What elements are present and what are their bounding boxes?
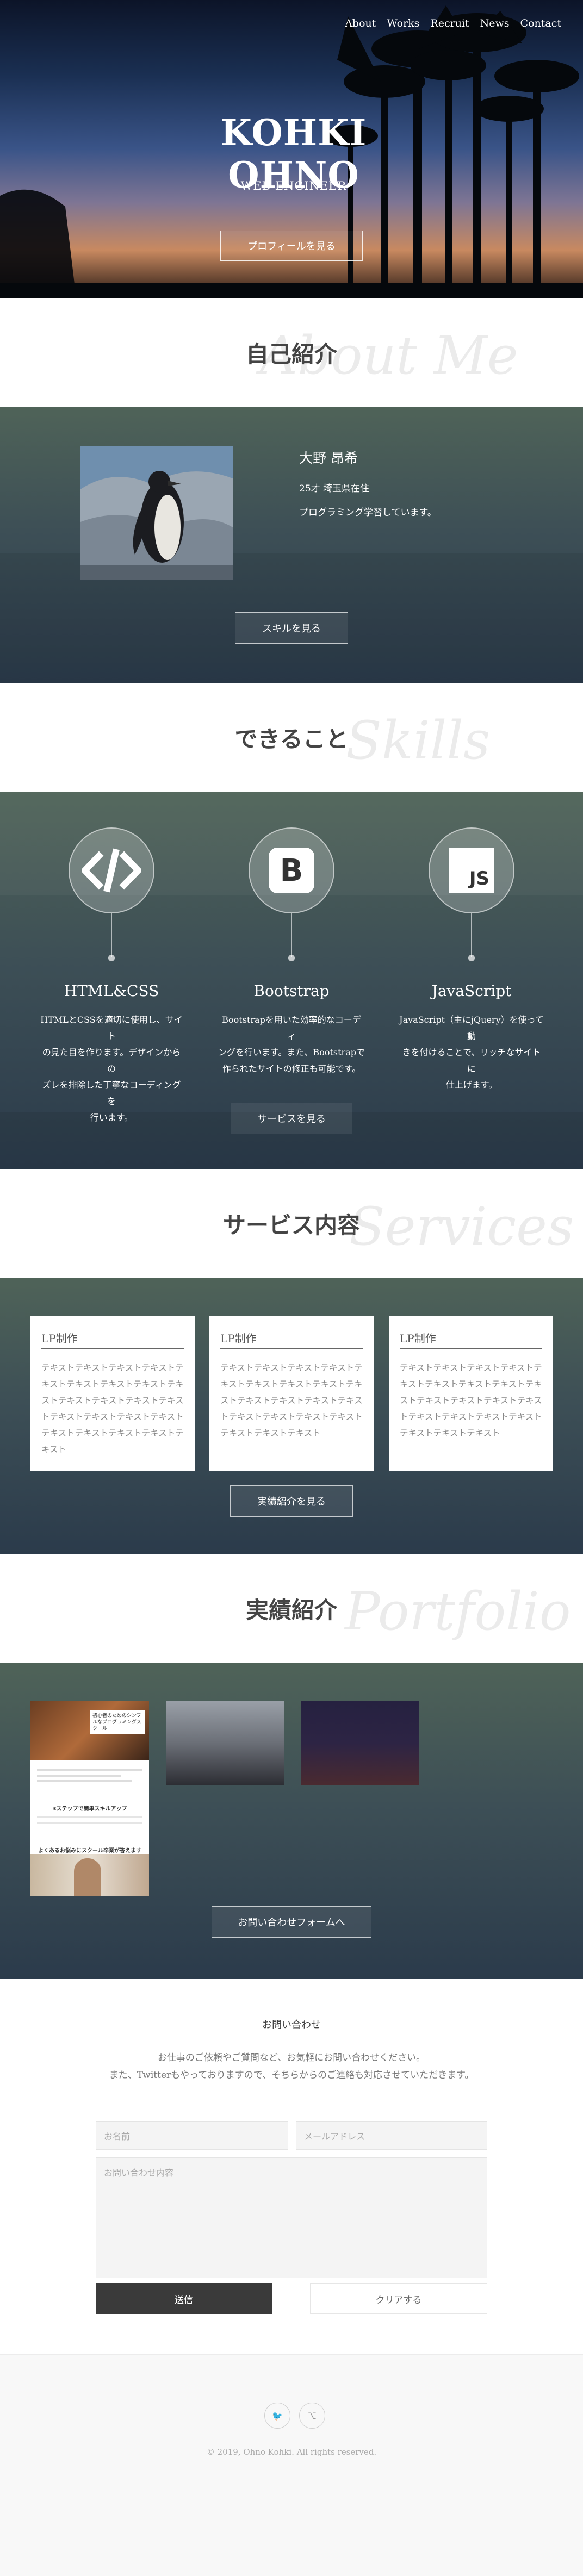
thumbnail-heading: 初心者のためのシンプルなプログラミングスクール (90, 1710, 145, 1734)
skills-section: HTML&CSS HTMLとCSSを適切に使用し、サイト の見た目を作ります。デ… (0, 792, 583, 1169)
contact-title: お問い合わせ (262, 2019, 321, 2031)
portfolio-heading: Portfolio 実績紹介 (0, 1554, 583, 1663)
about-description: プログラミング学習しています。 (299, 507, 437, 518)
nav-item-recruit[interactable]: Recruit (430, 17, 469, 29)
message-textarea[interactable]: お問い合わせ内容 (96, 2157, 487, 2278)
skills-heading: Skills できること (0, 683, 583, 792)
skill-html-css: HTML&CSS HTMLとCSSを適切に使用し、サイト の見た目を作ります。デ… (33, 827, 190, 1126)
thumbnail-section-title: 3ステップで簡単スキルアップ (52, 1806, 127, 1812)
nav-list: About Works Recruit News Contact (345, 17, 561, 29)
service-card-title: LP制作 (41, 1330, 184, 1349)
contact-text-line-1: お仕事のご依頼やご質問など、お気軽にお問い合わせください。 (157, 2052, 426, 2063)
code-icon (82, 848, 141, 893)
hero-subtitle: WEB ENGINEER (240, 179, 347, 192)
portfolio-thumbnail[interactable] (166, 1701, 284, 1785)
skill-icon-circle: JS (429, 827, 514, 913)
skills-button[interactable]: スキルを見る (235, 612, 348, 644)
services-heading-title: サービス内容 (222, 1212, 360, 1239)
about-heading-title: 自己紹介 (245, 341, 337, 368)
service-card-title: LP制作 (400, 1330, 542, 1349)
thumbnail-subtitle: よくあるお悩みにスクール卒業が答えます (38, 1848, 141, 1854)
skill-connector-dot (468, 955, 475, 961)
skill-connector (111, 913, 112, 957)
submit-button[interactable]: 送信 (96, 2283, 272, 2314)
footer: 🐦 ⌥ © 2019, Ohno Kohki. All rights reser… (0, 2354, 583, 2576)
nav-item-about[interactable]: About (345, 17, 376, 29)
name-input[interactable]: お名前 (96, 2121, 288, 2150)
skill-description: Bootstrapを用いた効率的なコーディ ングを行います。また、Bootstr… (218, 1015, 365, 1074)
thumbnail-hero-image: 初心者のためのシンプルなプログラミングスクール (30, 1701, 149, 1760)
about-heading: About Me 自己紹介 (0, 298, 583, 407)
portfolio-heading-title: 実績紹介 (245, 1597, 337, 1623)
service-card-text: テキストテキストテキストテキストテキストテキストテキストテキストテキストテキスト… (41, 1363, 184, 1454)
skill-icon-circle (69, 827, 154, 913)
service-card: LP制作 テキストテキストテキストテキストテキストテキストテキストテキストテキス… (30, 1316, 195, 1471)
skill-name: JavaScript (431, 982, 512, 1000)
profile-button[interactable]: プロフィールを見る (220, 231, 363, 261)
github-icon[interactable]: ⌥ (299, 2403, 325, 2429)
nav-item-contact[interactable]: Contact (520, 17, 561, 29)
contact-text-line-2: また、Twitterもやっておりますので、そちらからのご連絡も対応させていただき… (109, 2070, 474, 2081)
portfolio-thumbnail[interactable] (301, 1701, 419, 1785)
service-card-text: テキストテキストテキストテキストテキストテキストテキストテキストテキストテキスト… (400, 1363, 542, 1438)
clear-button[interactable]: クリアする (310, 2283, 487, 2314)
thumbnail-body: 3ステップで簡単スキルアップ よくあるお悩みにスクール卒業が答えます (30, 1760, 149, 1859)
contact-section: お問い合わせ お仕事のご依頼やご質問など、お気軽にお問い合わせください。 また、… (0, 1979, 583, 2354)
service-card-text: テキストテキストテキストテキストテキストテキストテキストテキストテキストテキスト… (220, 1363, 363, 1438)
contact-form-button[interactable]: お問い合わせフォームへ (212, 1906, 371, 1938)
service-card: LP制作 テキストテキストテキストテキストテキストテキストテキストテキストテキス… (209, 1316, 374, 1471)
services-heading: Services サービス内容 (0, 1169, 583, 1278)
skill-name: Bootstrap (253, 982, 330, 1000)
penguin-photo (80, 446, 233, 580)
thumbnail-person-image (30, 1854, 149, 1896)
service-card-title: LP制作 (220, 1330, 363, 1349)
javascript-icon: JS (449, 848, 494, 893)
skill-bootstrap: B Bootstrap Bootstrapを用いた効率的なコーディ ングを行いま… (213, 827, 370, 1077)
skills-heading-title: できること (234, 726, 349, 752)
portfolio-thumbnail[interactable]: 初心者のためのシンプルなプログラミングスクール 3ステップで簡単スキルアップ よ… (30, 1701, 149, 1896)
skill-connector-dot (108, 955, 115, 961)
skill-connector-dot (288, 955, 295, 961)
portfolio-button[interactable]: 実績紹介を見る (230, 1485, 353, 1517)
copyright: © 2019, Ohno Kohki. All rights reserved. (206, 2447, 377, 2457)
about-age: 25才 埼玉県在住 (299, 483, 370, 494)
services-button[interactable]: サービスを見る (231, 1103, 352, 1134)
nav-item-works[interactable]: Works (387, 17, 419, 29)
skill-description: JavaScript（主にjQuery）を使って動 きを付けることで、リッチなサ… (399, 1015, 544, 1090)
skill-javascript: JS JavaScript JavaScript（主にjQuery）を使って動 … (393, 827, 550, 1093)
nav-item-news[interactable]: News (480, 17, 510, 29)
skill-description: HTMLとCSSを適切に使用し、サイト の見た目を作ります。デザインからの ズレ… (40, 1015, 183, 1123)
bootstrap-icon: B (269, 848, 314, 893)
skill-icon-circle: B (249, 827, 334, 913)
about-section: 大野 昂希 25才 埼玉県在住 プログラミング学習しています。 スキルを見る (0, 407, 583, 683)
about-name: 大野 昂希 (299, 450, 358, 466)
email-input[interactable]: メールアドレス (296, 2121, 487, 2150)
service-card: LP制作 テキストテキストテキストテキストテキストテキストテキストテキストテキス… (389, 1316, 553, 1471)
services-section: LP制作 テキストテキストテキストテキストテキストテキストテキストテキストテキス… (0, 1278, 583, 1554)
skill-connector (471, 913, 472, 957)
skill-name: HTML&CSS (64, 982, 159, 1000)
portfolio-section: 初心者のためのシンプルなプログラミングスクール 3ステップで簡単スキルアップ よ… (0, 1663, 583, 1979)
skill-connector (291, 913, 292, 957)
twitter-icon[interactable]: 🐦 (264, 2403, 290, 2429)
top-nav: About Works Recruit News Contact (0, 0, 583, 48)
